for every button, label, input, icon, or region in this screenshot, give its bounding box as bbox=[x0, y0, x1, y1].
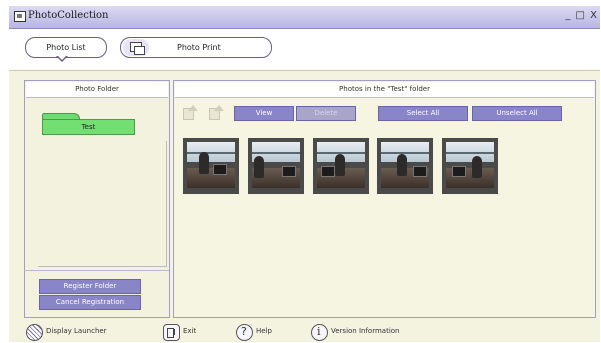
rotate-left-icon[interactable] bbox=[183, 105, 198, 120]
window-controls[interactable]: _ □ X bbox=[565, 10, 598, 21]
folder-item-test[interactable]: Test bbox=[42, 119, 135, 135]
tab-selected-notch bbox=[56, 55, 68, 62]
view-button[interactable]: View bbox=[234, 106, 294, 121]
exit-icon bbox=[163, 324, 180, 341]
info-icon bbox=[311, 324, 328, 341]
delete-button[interactable]: Delete bbox=[296, 106, 356, 121]
left-panel-divider bbox=[24, 270, 169, 271]
register-folder-button[interactable]: Register Folder bbox=[39, 279, 141, 294]
select-all-button[interactable]: Select All bbox=[378, 106, 468, 121]
help-icon bbox=[236, 324, 253, 341]
print-tab-icon-wrap bbox=[123, 39, 149, 56]
cancel-registration-button[interactable]: Cancel Registration bbox=[39, 295, 141, 310]
unselect-all-button[interactable]: Unselect All bbox=[472, 106, 562, 121]
photo-thumbnail[interactable] bbox=[248, 138, 304, 194]
photo-stack-icon bbox=[130, 42, 145, 55]
photo-folder-header: Photo Folder bbox=[26, 82, 168, 98]
app-icon bbox=[14, 11, 26, 22]
exit-button[interactable]: Exit bbox=[163, 324, 213, 341]
tab-strip: Photo List Photo Print bbox=[9, 29, 600, 71]
help-label: Help bbox=[256, 327, 272, 335]
tab-photo-print[interactable]: Photo Print bbox=[120, 37, 272, 58]
photo-thumbnail[interactable] bbox=[183, 138, 239, 194]
photos-header: Photos in the "Test" folder bbox=[175, 82, 594, 98]
window-title: PhotoCollection bbox=[28, 10, 109, 21]
photo-thumbnail[interactable] bbox=[377, 138, 433, 194]
help-button[interactable]: Help bbox=[236, 324, 286, 341]
display-launcher-button[interactable]: Display Launcher bbox=[26, 324, 126, 341]
exit-label: Exit bbox=[183, 327, 197, 335]
photo-thumbnail[interactable] bbox=[313, 138, 369, 194]
rotate-right-icon[interactable] bbox=[209, 105, 224, 120]
launcher-icon bbox=[26, 324, 43, 341]
tab-photo-print-label: Photo Print bbox=[177, 43, 221, 52]
folder-list-area bbox=[38, 141, 167, 267]
version-information-button[interactable]: Version Information bbox=[311, 324, 421, 341]
version-information-label: Version Information bbox=[331, 327, 400, 335]
title-bar: PhotoCollection _ □ X bbox=[9, 6, 600, 29]
display-launcher-label: Display Launcher bbox=[46, 327, 107, 335]
photo-thumbnail[interactable] bbox=[442, 138, 498, 194]
